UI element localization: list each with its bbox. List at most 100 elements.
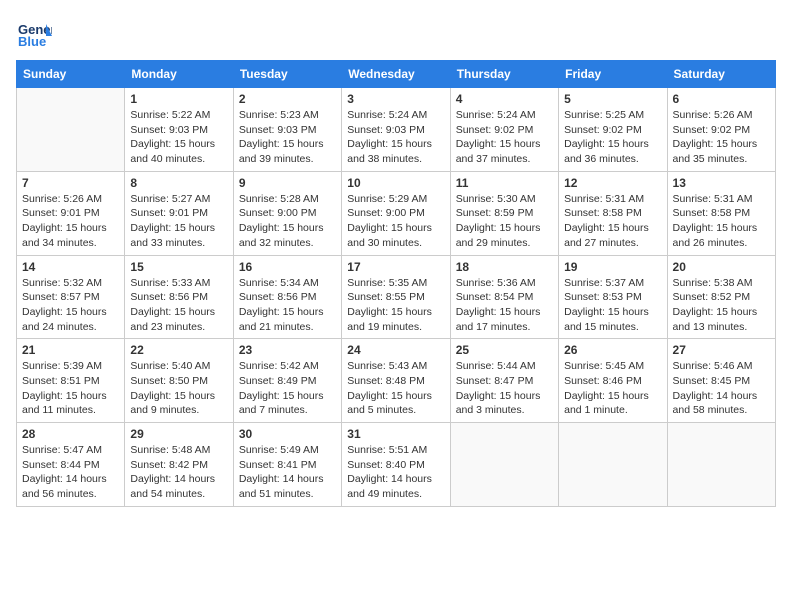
calendar-cell: 8 Sunrise: 5:27 AMSunset: 9:01 PMDaylight… <box>125 171 233 255</box>
cell-info: Sunrise: 5:39 AMSunset: 8:51 PMDaylight:… <box>22 359 119 418</box>
days-of-week-header: SundayMondayTuesdayWednesdayThursdayFrid… <box>17 61 776 88</box>
calendar-cell: 17 Sunrise: 5:35 AMSunset: 8:55 PMDayligh… <box>342 255 450 339</box>
calendar-cell: 11 Sunrise: 5:30 AMSunset: 8:59 PMDayligh… <box>450 171 558 255</box>
calendar-cell: 2 Sunrise: 5:23 AMSunset: 9:03 PMDaylight… <box>233 88 341 172</box>
day-number: 19 <box>564 260 661 274</box>
day-number: 2 <box>239 92 336 106</box>
page-header: General Blue <box>16 16 776 52</box>
calendar-cell: 30Sunrise: 5:49 AMSunset: 8:41 PMDayligh… <box>233 423 341 507</box>
calendar-cell: 10Sunrise: 5:29 AMSunset: 9:00 PMDayligh… <box>342 171 450 255</box>
day-number: 22 <box>130 343 227 357</box>
cell-info: Sunrise: 5:43 AMSunset: 8:48 PMDaylight:… <box>347 359 444 418</box>
dow-tuesday: Tuesday <box>233 61 341 88</box>
cell-info: Sunrise: 5:35 AMSunset: 8:55 PMDaylight:… <box>347 276 444 335</box>
day-number: 10 <box>347 176 444 190</box>
dow-saturday: Saturday <box>667 61 775 88</box>
calendar-cell: 14 Sunrise: 5:32 AMSunset: 8:57 PMDayligh… <box>17 255 125 339</box>
day-number: 30 <box>239 427 336 441</box>
cell-info: Sunrise: 5:47 AMSunset: 8:44 PMDaylight:… <box>22 443 119 502</box>
logo-icon: General Blue <box>16 16 52 52</box>
calendar-cell: 29 Sunrise: 5:48 AMSunset: 8:42 PMDayligh… <box>125 423 233 507</box>
cell-info: Sunrise: 5:27 AMSunset: 9:01 PMDaylight:… <box>130 192 227 251</box>
day-number: 6 <box>673 92 770 106</box>
calendar-cell: 21 Sunrise: 5:39 AMSunset: 8:51 PMDayligh… <box>17 339 125 423</box>
calendar-cell: 6 Sunrise: 5:26 AMSunset: 9:02 PMDaylight… <box>667 88 775 172</box>
dow-friday: Friday <box>559 61 667 88</box>
cell-info: Sunrise: 5:26 AMSunset: 9:02 PMDaylight:… <box>673 108 770 167</box>
day-number: 5 <box>564 92 661 106</box>
calendar-cell: 4 Sunrise: 5:24 AMSunset: 9:02 PMDaylight… <box>450 88 558 172</box>
cell-info: Sunrise: 5:31 AMSunset: 8:58 PMDaylight:… <box>564 192 661 251</box>
day-number: 31 <box>347 427 444 441</box>
svg-text:Blue: Blue <box>18 34 46 49</box>
day-number: 7 <box>22 176 119 190</box>
calendar-cell: 1 Sunrise: 5:22 AMSunset: 9:03 PMDaylight… <box>125 88 233 172</box>
day-number: 25 <box>456 343 553 357</box>
day-number: 4 <box>456 92 553 106</box>
calendar-cell: 3 Sunrise: 5:24 AMSunset: 9:03 PMDaylight… <box>342 88 450 172</box>
day-number: 18 <box>456 260 553 274</box>
day-number: 1 <box>130 92 227 106</box>
cell-info: Sunrise: 5:37 AMSunset: 8:53 PMDaylight:… <box>564 276 661 335</box>
day-number: 11 <box>456 176 553 190</box>
dow-thursday: Thursday <box>450 61 558 88</box>
cell-info: Sunrise: 5:48 AMSunset: 8:42 PMDaylight:… <box>130 443 227 502</box>
day-number: 16 <box>239 260 336 274</box>
day-number: 3 <box>347 92 444 106</box>
week-row-1: 1 Sunrise: 5:22 AMSunset: 9:03 PMDaylight… <box>17 88 776 172</box>
calendar-table: SundayMondayTuesdayWednesdayThursdayFrid… <box>16 60 776 507</box>
cell-info: Sunrise: 5:24 AMSunset: 9:03 PMDaylight:… <box>347 108 444 167</box>
calendar-cell: 27 Sunrise: 5:46 AMSunset: 8:45 PMDayligh… <box>667 339 775 423</box>
week-row-2: 7 Sunrise: 5:26 AMSunset: 9:01 PMDaylight… <box>17 171 776 255</box>
calendar-cell: 16 Sunrise: 5:34 AMSunset: 8:56 PMDayligh… <box>233 255 341 339</box>
calendar-cell: 20 Sunrise: 5:38 AMSunset: 8:52 PMDayligh… <box>667 255 775 339</box>
cell-info: Sunrise: 5:25 AMSunset: 9:02 PMDaylight:… <box>564 108 661 167</box>
day-number: 29 <box>130 427 227 441</box>
dow-wednesday: Wednesday <box>342 61 450 88</box>
day-number: 27 <box>673 343 770 357</box>
cell-info: Sunrise: 5:26 AMSunset: 9:01 PMDaylight:… <box>22 192 119 251</box>
cell-info: Sunrise: 5:44 AMSunset: 8:47 PMDaylight:… <box>456 359 553 418</box>
calendar-cell: 28Sunrise: 5:47 AMSunset: 8:44 PMDayligh… <box>17 423 125 507</box>
cell-info: Sunrise: 5:24 AMSunset: 9:02 PMDaylight:… <box>456 108 553 167</box>
cell-info: Sunrise: 5:31 AMSunset: 8:58 PMDaylight:… <box>673 192 770 251</box>
day-number: 9 <box>239 176 336 190</box>
calendar-cell: 23Sunrise: 5:42 AMSunset: 8:49 PMDayligh… <box>233 339 341 423</box>
calendar-cell: 25 Sunrise: 5:44 AMSunset: 8:47 PMDayligh… <box>450 339 558 423</box>
cell-info: Sunrise: 5:36 AMSunset: 8:54 PMDaylight:… <box>456 276 553 335</box>
calendar-cell: 22 Sunrise: 5:40 AMSunset: 8:50 PMDayligh… <box>125 339 233 423</box>
cell-info: Sunrise: 5:40 AMSunset: 8:50 PMDaylight:… <box>130 359 227 418</box>
calendar-cell: 13 Sunrise: 5:31 AMSunset: 8:58 PMDayligh… <box>667 171 775 255</box>
calendar-cell: 26Sunrise: 5:45 AMSunset: 8:46 PMDayligh… <box>559 339 667 423</box>
cell-info: Sunrise: 5:28 AMSunset: 9:00 PMDaylight:… <box>239 192 336 251</box>
calendar-cell <box>450 423 558 507</box>
day-number: 14 <box>22 260 119 274</box>
calendar-cell: 18 Sunrise: 5:36 AMSunset: 8:54 PMDayligh… <box>450 255 558 339</box>
calendar-cell: 15 Sunrise: 5:33 AMSunset: 8:56 PMDayligh… <box>125 255 233 339</box>
day-number: 21 <box>22 343 119 357</box>
cell-info: Sunrise: 5:34 AMSunset: 8:56 PMDaylight:… <box>239 276 336 335</box>
day-number: 15 <box>130 260 227 274</box>
cell-info: Sunrise: 5:23 AMSunset: 9:03 PMDaylight:… <box>239 108 336 167</box>
day-number: 20 <box>673 260 770 274</box>
cell-info: Sunrise: 5:22 AMSunset: 9:03 PMDaylight:… <box>130 108 227 167</box>
dow-sunday: Sunday <box>17 61 125 88</box>
day-number: 26 <box>564 343 661 357</box>
calendar-cell <box>17 88 125 172</box>
calendar-cell <box>559 423 667 507</box>
cell-info: Sunrise: 5:30 AMSunset: 8:59 PMDaylight:… <box>456 192 553 251</box>
logo: General Blue <box>16 16 52 52</box>
cell-info: Sunrise: 5:33 AMSunset: 8:56 PMDaylight:… <box>130 276 227 335</box>
day-number: 23 <box>239 343 336 357</box>
week-row-3: 14 Sunrise: 5:32 AMSunset: 8:57 PMDayligh… <box>17 255 776 339</box>
calendar-body: 1 Sunrise: 5:22 AMSunset: 9:03 PMDaylight… <box>17 88 776 507</box>
calendar-cell: 7 Sunrise: 5:26 AMSunset: 9:01 PMDaylight… <box>17 171 125 255</box>
cell-info: Sunrise: 5:38 AMSunset: 8:52 PMDaylight:… <box>673 276 770 335</box>
day-number: 24 <box>347 343 444 357</box>
day-number: 17 <box>347 260 444 274</box>
calendar-cell <box>667 423 775 507</box>
day-number: 8 <box>130 176 227 190</box>
day-number: 13 <box>673 176 770 190</box>
cell-info: Sunrise: 5:46 AMSunset: 8:45 PMDaylight:… <box>673 359 770 418</box>
cell-info: Sunrise: 5:32 AMSunset: 8:57 PMDaylight:… <box>22 276 119 335</box>
